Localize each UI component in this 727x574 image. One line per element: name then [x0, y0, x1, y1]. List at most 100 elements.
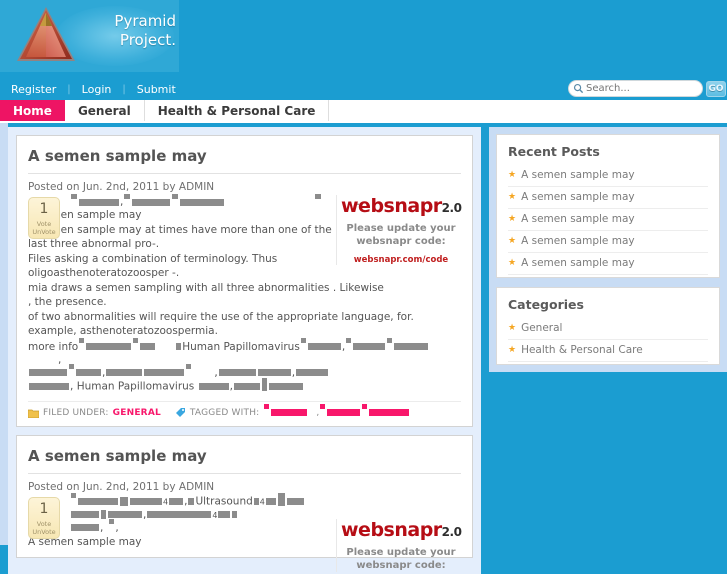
websnapr-message: Please update your websnapr code: [341, 546, 461, 572]
redaction-block [133, 338, 139, 343]
tab-home[interactable]: Home [0, 100, 65, 121]
star-icon: ★ [508, 214, 517, 224]
list-item[interactable]: ★ Health & Personal Care [508, 340, 708, 362]
websnapr-message-line-2: websnapr code: [356, 236, 446, 247]
unvote-button[interactable]: UnVote [29, 228, 59, 236]
tag-redaction-block [271, 409, 308, 416]
websnapr-widget: websnapr2.0 Please update your websnapr … [336, 519, 462, 572]
nav-submit[interactable]: Submit [126, 83, 187, 96]
post-inner: 1 Vote UnVote websnapr2.0 Please update … [28, 493, 462, 572]
tag-redaction-block [327, 409, 361, 416]
websnapr-version: 2.0 [441, 525, 462, 539]
nav-login[interactable]: Login [71, 83, 123, 96]
post-title[interactable]: A semen sample may [28, 147, 461, 174]
search-go-button[interactable]: GO [706, 80, 726, 97]
redacted-number: 4 [259, 497, 265, 507]
list-item-label: A semen sample may [521, 169, 635, 181]
redaction-block [130, 498, 162, 505]
list-item-label: General [521, 322, 563, 334]
post-meta: Posted on Jun. 2nd, 2011 by ADMIN [28, 181, 215, 193]
page-body: A semen sample may Posted on Jun. 2nd, 2… [0, 123, 727, 574]
post-meta: Posted on Jun. 2nd, 2011 by ADMIN [28, 481, 215, 493]
left-rail [0, 123, 8, 545]
tab-health-personal-care[interactable]: Health & Personal Care [144, 100, 330, 121]
list-item[interactable]: ★ A semen sample may [508, 231, 708, 253]
redacted-term: Human Papillomavirus [76, 380, 195, 392]
tab-general[interactable]: General [64, 100, 145, 121]
list-item[interactable]: ★ General [508, 318, 708, 340]
post-line: , the presence. [28, 296, 107, 308]
search-box[interactable] [568, 80, 703, 97]
list-item[interactable]: ★ A semen sample may [508, 209, 708, 231]
site-logo[interactable]: Pyramid Project. [0, 0, 179, 72]
redaction-block [261, 377, 267, 391]
list-item-label: A semen sample may [521, 235, 635, 247]
search-area: GO [568, 80, 727, 97]
nav-register[interactable]: Register [0, 83, 67, 96]
websnapr-wordmark: websnapr [341, 195, 442, 217]
categories-list: ★ General ★ Health & Personal Care [508, 318, 708, 362]
tag-redaction-block [362, 404, 368, 409]
more-info-link[interactable]: more info [28, 341, 78, 353]
widget-recent-posts: Recent Posts ★ A semen sample may ★ A seme… [496, 134, 720, 278]
vote-count: 1 [39, 501, 49, 517]
post-tags: , [263, 404, 410, 418]
logo-line-2: Project. [119, 31, 176, 49]
list-item[interactable]: ★ A semen sample may [508, 253, 708, 275]
redaction-block [277, 493, 285, 506]
logo-wordmark: Pyramid Project. [68, 12, 176, 50]
recent-posts-list: ★ A semen sample may ★ A semen sample may … [508, 165, 708, 275]
post-title[interactable]: A semen sample may [28, 447, 461, 474]
star-icon: ★ [508, 192, 517, 202]
category-tab-bar: Home General Health & Personal Care [0, 100, 727, 123]
unvote-button[interactable]: UnVote [29, 528, 59, 536]
widget-categories: Categories ★ General ★ Health & Personal C… [496, 287, 720, 365]
site-header: Pyramid Project. Register | Login | Subm… [0, 0, 727, 97]
star-icon: ★ [508, 258, 517, 268]
post-article[interactable]: A semen sample may Posted on Jun. 2nd, 2… [16, 135, 473, 427]
main-content-column: A semen sample may Posted on Jun. 2nd, 2… [8, 127, 481, 574]
redacted-term: Ultrasound [195, 495, 253, 508]
websnapr-logo: websnapr2.0 [341, 195, 462, 217]
websnapr-message-line-2: websnapr code: [356, 560, 446, 571]
redaction-block [346, 338, 352, 343]
redaction-block [253, 498, 259, 505]
redaction-block [300, 338, 306, 343]
list-item[interactable]: ★ A semen sample may [508, 165, 708, 187]
redaction-block [268, 382, 303, 390]
list-item[interactable]: ★ A semen sample may [508, 187, 708, 209]
websnapr-wordmark: websnapr [341, 519, 442, 541]
tag-icon [175, 408, 185, 417]
vote-widget[interactable]: 1 Vote UnVote [28, 497, 60, 539]
redaction-block [76, 369, 101, 376]
comma: , [70, 380, 74, 392]
post-category-link[interactable]: GENERAL [113, 408, 161, 418]
vote-button[interactable]: Vote [29, 520, 59, 528]
websnapr-link[interactable]: websnapr.com/code [341, 255, 461, 265]
post-redacted-paragraph: more info Human Papillomavirus,, ,,, , Hu… [28, 338, 461, 394]
comma: , [115, 521, 119, 534]
redaction-block [79, 198, 119, 206]
redaction-block [286, 498, 304, 505]
redaction-block [394, 343, 429, 350]
comma: , [291, 366, 296, 379]
redaction-block [169, 498, 184, 505]
redaction-block [172, 193, 179, 199]
post-article[interactable]: A semen sample may Posted on Jun. 2nd, 2… [16, 435, 473, 572]
comma: , [229, 380, 233, 392]
comma: , [58, 353, 62, 366]
redaction-block [180, 198, 225, 206]
redaction-block [79, 338, 85, 343]
redaction-block [109, 519, 115, 524]
search-input[interactable] [586, 83, 696, 94]
redaction-block [218, 369, 256, 376]
websnapr-version: 2.0 [441, 201, 462, 215]
star-icon: ★ [508, 323, 517, 333]
redaction-block [296, 369, 329, 376]
sidebar-column: Recent Posts ★ A semen sample may ★ A seme… [489, 127, 727, 372]
vote-widget[interactable]: 1 Vote UnVote [28, 197, 60, 239]
vote-button[interactable]: Vote [29, 220, 59, 228]
list-item-label: Health & Personal Care [521, 344, 643, 356]
star-icon: ★ [508, 345, 517, 355]
websnapr-message-line-1: Please update your [346, 223, 456, 234]
